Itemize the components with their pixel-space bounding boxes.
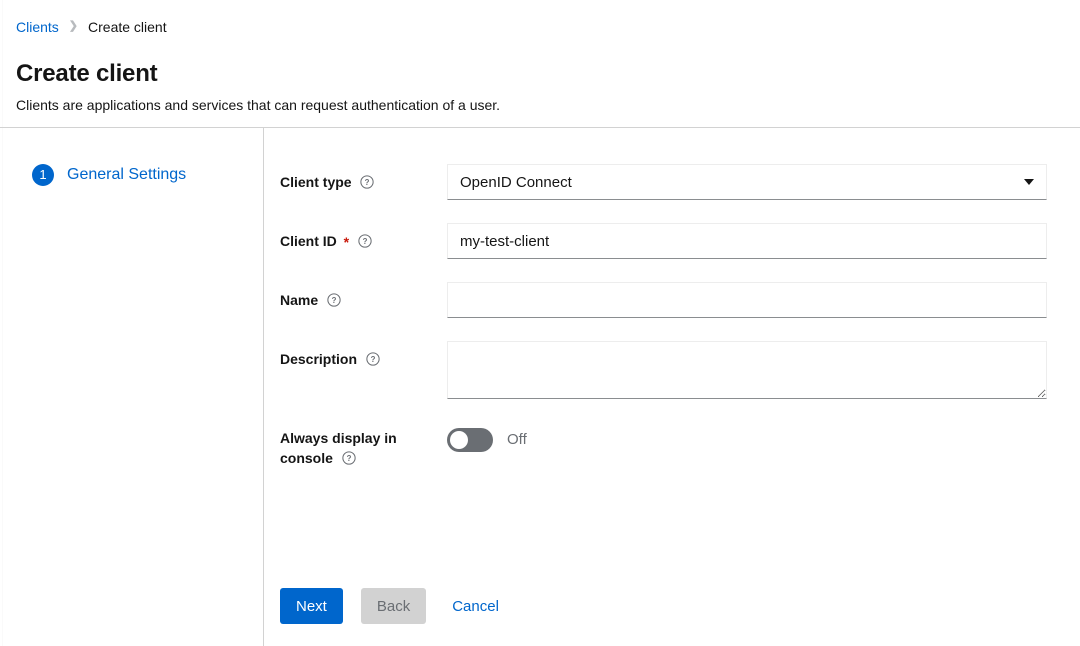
breadcrumb-item-clients[interactable]: Clients xyxy=(16,17,59,38)
control-client-type: OpenID Connect xyxy=(447,164,1047,200)
control-name xyxy=(447,282,1047,318)
next-button[interactable]: Next xyxy=(280,588,343,624)
form-row-name: Name ? xyxy=(280,282,1048,318)
wizard-step-nav: 1 General Settings xyxy=(0,128,264,646)
client-type-select-toggle[interactable]: OpenID Connect xyxy=(447,164,1047,200)
svg-text:?: ? xyxy=(371,355,376,364)
control-description xyxy=(447,341,1047,399)
control-client-id xyxy=(447,223,1047,259)
client-id-input[interactable] xyxy=(447,223,1047,259)
label-description-text: Description xyxy=(280,351,357,367)
form-row-always-display-in-console: Always display in console ? Off xyxy=(280,422,1048,468)
form-row-client-id: Client ID * ? xyxy=(280,223,1048,259)
back-button: Back xyxy=(361,588,426,624)
wizard-step-number: 1 xyxy=(32,164,54,186)
breadcrumb-item-current: Create client xyxy=(88,17,167,38)
label-client-type: Client type ? xyxy=(280,164,447,192)
question-circle-icon[interactable]: ? xyxy=(360,175,374,189)
create-client-wizard: 1 General Settings Client type ? OpenID … xyxy=(0,128,1080,646)
client-type-select[interactable]: OpenID Connect xyxy=(447,164,1047,200)
label-always-display-in-console: Always display in console ? xyxy=(280,422,447,468)
control-always-display-in-console: Off xyxy=(447,422,1047,452)
form-row-client-type: Client type ? OpenID Connect xyxy=(280,164,1048,200)
always-display-in-console-toggle[interactable] xyxy=(447,428,493,452)
label-name: Name ? xyxy=(280,282,447,310)
svg-text:?: ? xyxy=(332,296,337,305)
form-row-description: Description ? xyxy=(280,341,1048,399)
required-marker: * xyxy=(344,234,349,250)
svg-text:?: ? xyxy=(363,237,368,246)
label-always-display-text: Always display in console xyxy=(280,430,397,466)
wizard-step-label: General Settings xyxy=(67,164,186,186)
cancel-button[interactable]: Cancel xyxy=(444,588,507,624)
label-description: Description ? xyxy=(280,341,447,369)
label-client-id: Client ID * ? xyxy=(280,223,447,252)
label-client-id-text: Client ID xyxy=(280,233,337,249)
breadcrumb-separator-icon: ❯ xyxy=(69,21,78,32)
toggle-knob xyxy=(450,431,468,449)
svg-text:?: ? xyxy=(365,178,370,187)
wizard-content-general-settings: Client type ? OpenID Connect Client ID xyxy=(264,128,1080,646)
description-textarea[interactable] xyxy=(447,341,1047,399)
question-circle-icon[interactable]: ? xyxy=(358,234,372,248)
toggle-state-label: Off xyxy=(507,428,527,452)
question-circle-icon[interactable]: ? xyxy=(342,451,356,465)
label-client-type-text: Client type xyxy=(280,174,352,190)
breadcrumb: Clients ❯ Create client xyxy=(16,17,1056,38)
name-input[interactable] xyxy=(447,282,1047,318)
svg-text:?: ? xyxy=(346,454,351,463)
question-circle-icon[interactable]: ? xyxy=(366,352,380,366)
wizard-footer: Next Back Cancel xyxy=(280,588,507,624)
question-circle-icon[interactable]: ? xyxy=(327,293,341,307)
label-name-text: Name xyxy=(280,292,318,308)
page-header: Clients ❯ Create client Create client Cl… xyxy=(0,0,1080,116)
wizard-step-general-settings[interactable]: 1 General Settings xyxy=(0,161,263,189)
page-title: Create client xyxy=(16,59,1056,89)
page-subtitle: Clients are applications and services th… xyxy=(16,95,1056,116)
